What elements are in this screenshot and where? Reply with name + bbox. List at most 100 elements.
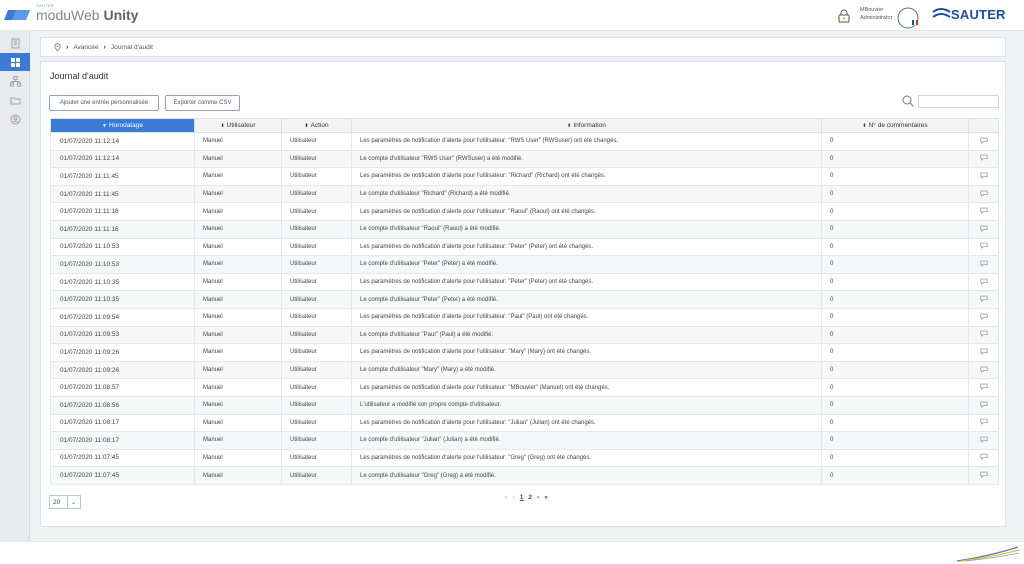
sidebar-item-folder[interactable]: [0, 91, 30, 109]
column-header-timestamp[interactable]: ▼ Horodatage: [50, 118, 195, 133]
comment-icon[interactable]: [979, 471, 988, 478]
cell-user: Manuel: [194, 378, 282, 397]
location-icon[interactable]: [54, 42, 61, 52]
export-csv-button[interactable]: Exporter comme CSV: [165, 95, 240, 111]
table-row[interactable]: 01/07/2020 11:09:26 Manuel Utilisateur Les …: [50, 343, 999, 362]
table-row[interactable]: 01/07/2020 11:10:35 Manuel Utilisateur Les …: [50, 272, 999, 292]
comment-icon[interactable]: [979, 436, 988, 443]
comment-icon[interactable]: [979, 295, 988, 302]
audit-log-table: ▼ Horodatage ⬍ Utilisateur ⬍ Action ⬍ Inform…: [50, 118, 999, 485]
comment-cell[interactable]: [968, 360, 999, 380]
table-row[interactable]: 01/07/2020 11:10:53 Manuel Utilisateur Le c…: [50, 255, 999, 274]
comment-icon[interactable]: [979, 278, 988, 285]
comment-icon[interactable]: [979, 366, 988, 373]
comment-cell[interactable]: [968, 448, 999, 468]
table-row[interactable]: 01/07/2020 11:07:45 Manuel Utilisateur Les …: [50, 448, 999, 468]
pagination: « ‹ 1 2 › »: [504, 494, 548, 501]
comment-icon[interactable]: [979, 260, 988, 267]
column-header-user[interactable]: ⬍ Utilisateur: [194, 118, 282, 133]
cell-timestamp: 01/07/2020 11:09:53: [50, 325, 195, 345]
column-header-label: Horodatage: [108, 122, 143, 129]
page-2-button[interactable]: 2: [528, 494, 532, 501]
comment-cell[interactable]: [968, 132, 999, 151]
comment-icon[interactable]: [979, 383, 988, 390]
table-row[interactable]: 01/07/2020 11:08:57 Manuel Utilisateur Les …: [50, 378, 999, 397]
column-header-comment-count[interactable]: ⬍ N° de commentaires: [821, 118, 969, 133]
comment-icon[interactable]: [979, 154, 988, 162]
next-page-button[interactable]: ›: [537, 494, 539, 501]
table-row[interactable]: 01/07/2020 11:09:54 Manuel Utilisateur Les …: [50, 307, 999, 327]
comment-cell[interactable]: [968, 184, 999, 204]
table-row[interactable]: 01/07/2020 11:09:26 Manuel Utilisateur Le c…: [50, 360, 999, 380]
comment-icon[interactable]: [979, 137, 988, 144]
comment-icon[interactable]: [979, 348, 988, 355]
comment-cell[interactable]: [968, 413, 999, 433]
comment-cell[interactable]: [968, 325, 999, 345]
comment-icon[interactable]: [979, 225, 988, 232]
comment-cell[interactable]: [968, 378, 999, 397]
cell-timestamp: 01/07/2020 11:10:35: [50, 272, 195, 292]
sidebar-item-users[interactable]: [0, 110, 30, 128]
comment-cell[interactable]: [968, 343, 999, 362]
table-row[interactable]: 01/07/2020 11:08:56 Manuel Utilisateur L'ut…: [50, 395, 999, 415]
add-custom-entry-button[interactable]: Ajouter une entrée personnalisée: [49, 95, 159, 111]
page-1-button[interactable]: 1: [520, 494, 524, 501]
comment-cell[interactable]: [968, 167, 999, 186]
comment-cell[interactable]: [968, 466, 999, 485]
app-title-prefix: moduWeb: [36, 7, 104, 23]
table-row[interactable]: 01/07/2020 11:07:45 Manuel Utilisateur Le c…: [50, 466, 999, 485]
first-page-button[interactable]: «: [504, 494, 508, 501]
cell-information: L'utilisateur a modifié son propre compt…: [351, 395, 822, 415]
comment-cell[interactable]: [968, 307, 999, 327]
sidebar-item-hierarchy[interactable]: [0, 72, 30, 90]
comment-icon[interactable]: [979, 172, 988, 179]
table-row[interactable]: 01/07/2020 11:10:53 Manuel Utilisateur Les …: [50, 237, 999, 257]
cell-timestamp: 01/07/2020 11:08:56: [50, 395, 195, 415]
cell-user: Manuel: [194, 307, 282, 327]
cell-comment-count: 0: [821, 466, 969, 485]
table-row[interactable]: 01/07/2020 11:12:14 Manuel Utilisateur Le c…: [50, 149, 999, 169]
comment-cell[interactable]: [968, 290, 999, 309]
comment-icon[interactable]: [979, 242, 988, 250]
comment-cell[interactable]: [968, 272, 999, 292]
table-row[interactable]: 01/07/2020 11:10:35 Manuel Utilisateur Le c…: [50, 290, 999, 309]
table-row[interactable]: 01/07/2020 11:09:53 Manuel Utilisateur Le c…: [50, 325, 999, 345]
page-size-select[interactable]: 20 ⌄: [49, 495, 81, 509]
cell-user: Manuel: [194, 448, 282, 468]
table-row[interactable]: 01/07/2020 11:12:14 Manuel Utilisateur Les …: [50, 132, 999, 151]
user-menu[interactable]: MBouvier Administrator: [838, 7, 928, 29]
search-input[interactable]: [918, 95, 999, 108]
sidebar-item-buildings[interactable]: [0, 34, 30, 52]
comment-icon[interactable]: [979, 190, 988, 197]
table-row[interactable]: 01/07/2020 11:08:17 Manuel Utilisateur Les …: [50, 413, 999, 433]
column-header-action[interactable]: ⬍ Action: [281, 118, 352, 133]
comment-icon[interactable]: [979, 313, 988, 320]
comment-cell[interactable]: [968, 237, 999, 257]
comment-cell[interactable]: [968, 431, 999, 450]
table-row[interactable]: 01/07/2020 11:11:45 Manuel Utilisateur Le c…: [50, 184, 999, 204]
dashboard-icon: [10, 57, 20, 67]
sidebar-item-dashboard[interactable]: [0, 53, 30, 71]
column-header-information[interactable]: ⬍ Information: [351, 118, 822, 133]
top-header: SAUTER moduWeb Unity MBouvier Administra…: [0, 0, 1024, 31]
comment-cell[interactable]: [968, 395, 999, 415]
table-row[interactable]: 01/07/2020 11:11:16 Manuel Utilisateur Le c…: [50, 219, 999, 239]
comment-cell[interactable]: [968, 202, 999, 221]
comment-icon[interactable]: [979, 418, 988, 426]
comment-cell[interactable]: [968, 149, 999, 169]
comment-icon[interactable]: [979, 330, 988, 338]
cell-timestamp: 01/07/2020 11:07:45: [50, 448, 195, 468]
breadcrumb-item-advanced[interactable]: Avancée: [73, 44, 98, 51]
prev-page-button[interactable]: ‹: [513, 494, 515, 501]
last-page-button[interactable]: »: [544, 494, 548, 501]
comment-icon[interactable]: [979, 401, 988, 408]
comment-icon[interactable]: [979, 207, 988, 215]
language-globe-icon[interactable]: [897, 7, 919, 29]
comment-cell[interactable]: [968, 255, 999, 274]
cell-information: Le compte d'utilisateur "Peter" (Peter) …: [351, 255, 822, 274]
table-row[interactable]: 01/07/2020 11:08:17 Manuel Utilisateur Le c…: [50, 431, 999, 450]
table-row[interactable]: 01/07/2020 11:11:45 Manuel Utilisateur Les …: [50, 167, 999, 186]
comment-icon[interactable]: [979, 453, 988, 461]
table-row[interactable]: 01/07/2020 11:11:16 Manuel Utilisateur Les …: [50, 202, 999, 221]
comment-cell[interactable]: [968, 219, 999, 239]
